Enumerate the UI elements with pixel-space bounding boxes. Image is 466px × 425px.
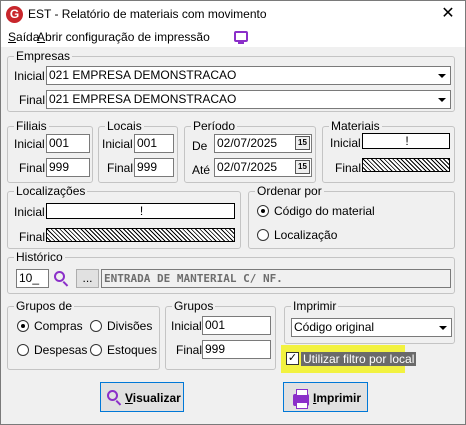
empresa-final-combo[interactable]: 021 EMPRESA DEMONSTRACAO	[46, 90, 451, 109]
menu-print-config-hotkey: A	[37, 30, 46, 44]
grupos-de-divisoes-radio[interactable]	[90, 320, 102, 332]
grupos-title: Grupos	[172, 299, 216, 313]
grupos-de-group: Grupos de	[7, 299, 160, 370]
visualizar-button[interactable]: Visualizar	[100, 382, 184, 412]
menu-bar: Saída Abrir configuração de impressão	[1, 29, 465, 47]
date-to-value: 02/07/2025	[217, 160, 278, 174]
grupos-de-despesas-radio[interactable]	[17, 344, 29, 356]
monitor-icon[interactable]	[234, 31, 248, 44]
grupos-final-label: Final	[176, 343, 203, 357]
locais-initial-label: Inicial	[102, 137, 133, 151]
localizacao-final-input[interactable]	[46, 228, 235, 242]
window-title: EST - Relatório de materiais com movimen…	[28, 7, 267, 21]
filter-by-local-label[interactable]: Utilizar filtro por local	[301, 352, 417, 366]
menu-exit-rest: aída	[16, 30, 40, 44]
report-window: G EST - Relatório de materiais com movim…	[0, 0, 466, 425]
locais-final-label: Final	[107, 161, 134, 175]
date-from-value: 02/07/2025	[217, 136, 278, 150]
local-final-input[interactable]: 999	[134, 158, 174, 177]
grupos-de-estoques-label[interactable]: Estoques	[107, 343, 157, 357]
chevron-down-icon[interactable]	[435, 320, 450, 335]
historico-code-input[interactable]: 10_	[16, 269, 49, 288]
empresa-initial-value: 021 EMPRESA DEMONSTRACAO	[49, 68, 237, 82]
empresa-initial-combo[interactable]: 021 EMPRESA DEMONSTRACAO	[46, 66, 451, 85]
historico-description: ENTRADA DE MANTERIAL C/ NF.	[101, 269, 451, 288]
chevron-down-icon[interactable]	[434, 68, 449, 83]
materiais-title: Materiais	[329, 119, 382, 133]
search-icon	[107, 390, 118, 401]
menu-exit[interactable]: Saída	[8, 30, 39, 44]
filiais-title: Filiais	[14, 119, 49, 133]
ordenar-localizacao-label[interactable]: Localização	[274, 228, 337, 242]
menu-exit-hotkey: S	[8, 30, 17, 44]
empresas-initial-label: Inicial	[14, 69, 45, 83]
date-from-input[interactable]: 02/07/2025 15	[214, 134, 312, 153]
periodo-to-label: Até	[192, 163, 211, 177]
localizacao-initial-input[interactable]: !	[46, 203, 235, 219]
localizacoes-final-label: Final	[19, 230, 46, 244]
empresas-title: Empresas	[14, 49, 73, 63]
printer-icon	[293, 389, 309, 409]
localizacoes-initial-label: Inicial	[14, 205, 45, 219]
filiais-initial-label: Inicial	[14, 137, 45, 151]
filter-by-local-checkbox[interactable]: ✓	[286, 352, 299, 365]
search-icon[interactable]	[54, 271, 65, 282]
grupos-de-despesas-label[interactable]: Despesas	[34, 343, 87, 357]
imprimir-select[interactable]: Código original	[291, 318, 452, 337]
ordenar-localizacao-radio[interactable]	[257, 229, 269, 241]
grupos-initial-label: Inicial	[171, 319, 202, 333]
calendar-icon[interactable]: 15	[295, 136, 310, 150]
grupos-de-compras-label[interactable]: Compras	[34, 319, 83, 333]
imprimir-title: Imprimir	[291, 299, 339, 313]
imprimir-button[interactable]: Imprimir	[283, 382, 368, 412]
ordenar-codigo-label[interactable]: Código do material	[274, 204, 375, 218]
filiais-final-label: Final	[19, 161, 46, 175]
visualizar-label: Visualizar	[125, 391, 181, 405]
imprimir-label: Imprimir	[313, 391, 362, 405]
grupo-initial-input[interactable]: 001	[202, 316, 271, 335]
materiais-initial-label: Inicial	[330, 136, 361, 150]
periodo-from-label: De	[192, 139, 208, 153]
periodo-title: Período	[191, 119, 238, 133]
imprimir-select-value: Código original	[294, 320, 375, 334]
ordenar-codigo-radio[interactable]	[257, 205, 269, 217]
menu-print-config-rest: brir configuração de impressão	[45, 30, 210, 44]
grupos-de-divisoes-label[interactable]: Divisões	[107, 319, 152, 333]
grupos-de-compras-radio[interactable]	[17, 320, 29, 332]
menu-print-config[interactable]: Abrir configuração de impressão	[37, 30, 210, 44]
title-bar: G EST - Relatório de materiais com movim…	[1, 1, 465, 29]
local-initial-input[interactable]: 001	[134, 134, 174, 153]
material-final-input[interactable]	[362, 158, 450, 172]
historico-browse-button[interactable]: ...	[76, 269, 99, 288]
date-to-input[interactable]: 02/07/2025 15	[214, 158, 312, 177]
materiais-final-label: Final	[335, 161, 362, 175]
material-initial-input[interactable]: !	[362, 133, 450, 149]
calendar-icon[interactable]: 15	[295, 160, 310, 174]
historico-title: Histórico	[14, 250, 65, 264]
grupos-de-estoques-radio[interactable]	[90, 344, 102, 356]
close-button[interactable]: ✕	[431, 1, 465, 29]
chevron-down-icon[interactable]	[434, 92, 449, 107]
grupos-de-title: Grupos de	[14, 299, 75, 313]
grupo-final-input[interactable]: 999	[202, 340, 271, 359]
filial-final-input[interactable]: 999	[46, 158, 90, 177]
empresa-final-value: 021 EMPRESA DEMONSTRACAO	[49, 92, 237, 106]
empresas-final-label: Final	[19, 93, 46, 107]
app-logo-icon: G	[6, 6, 23, 23]
ordenar-title: Ordenar por	[255, 184, 324, 198]
localizacoes-title: Localizações	[14, 184, 88, 198]
locais-title: Locais	[105, 119, 144, 133]
filial-initial-input[interactable]: 001	[46, 134, 90, 153]
